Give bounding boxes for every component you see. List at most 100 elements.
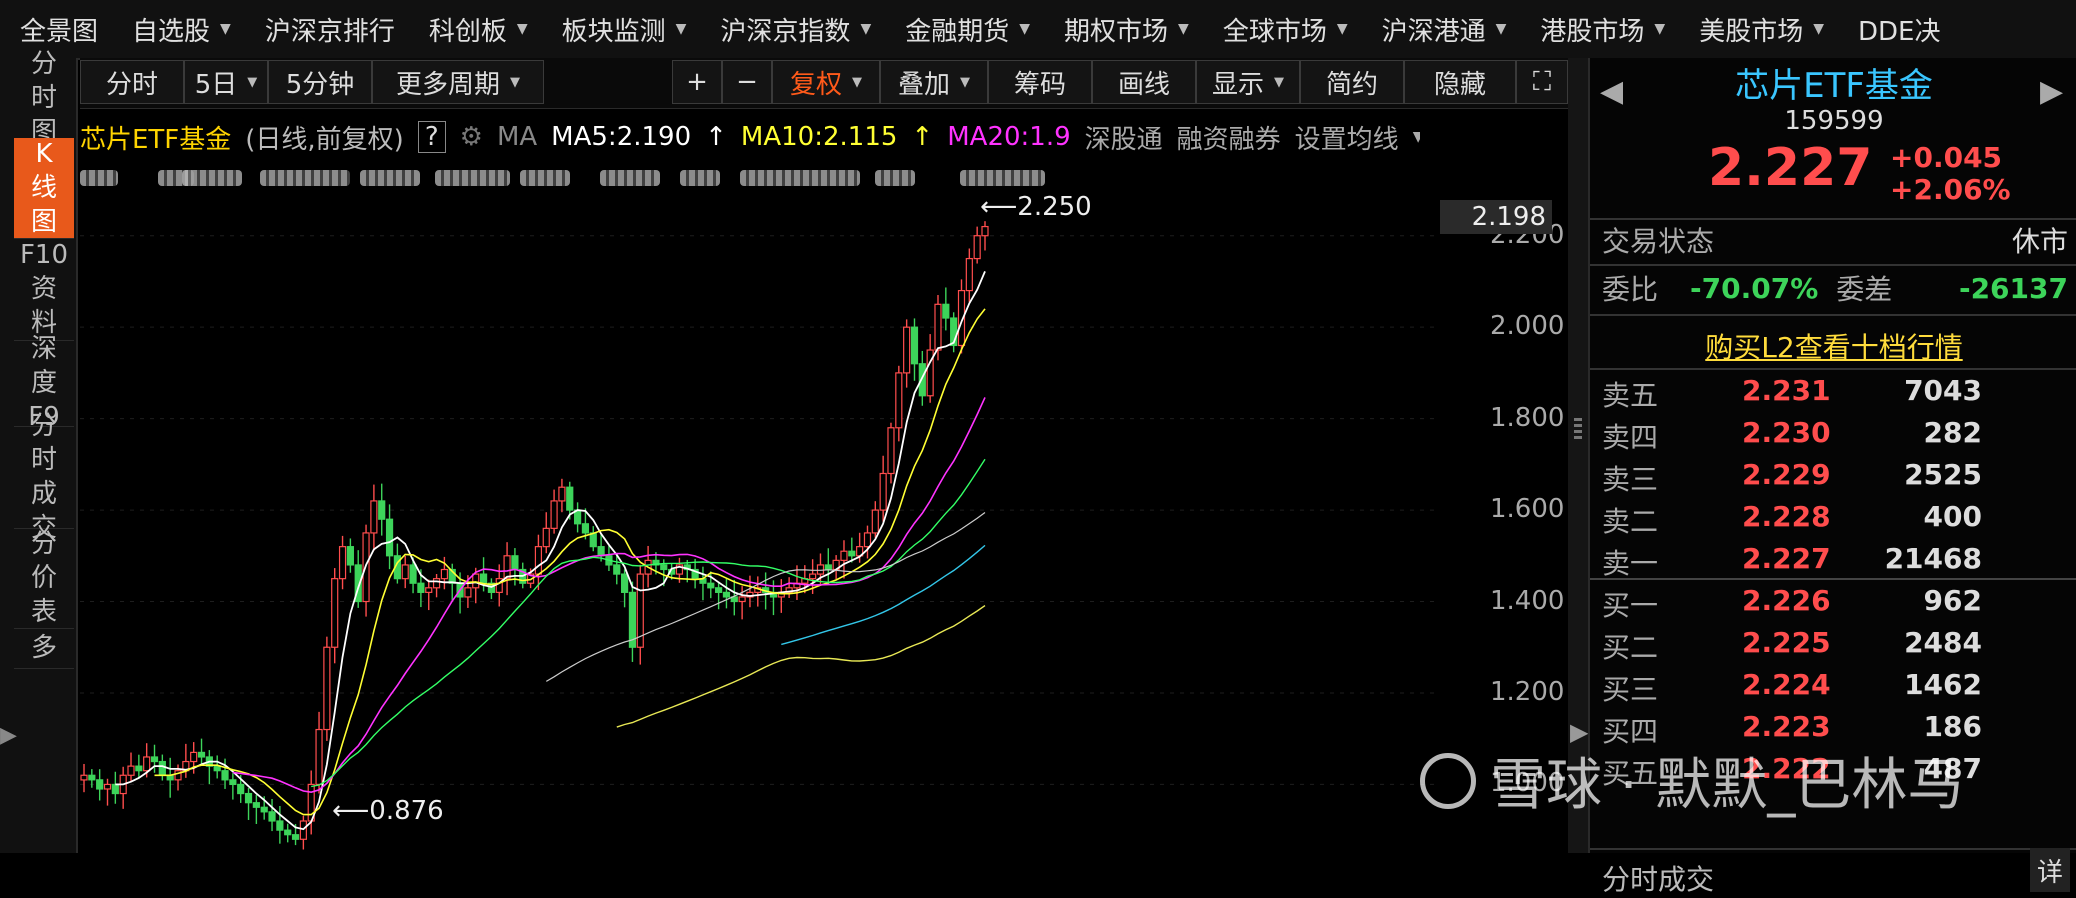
hide-button[interactable]: 隐藏 bbox=[1404, 60, 1516, 104]
price-change: +0.045 +2.06% bbox=[1890, 142, 2011, 206]
candle-body bbox=[981, 225, 989, 237]
link-shengutong[interactable]: 深股通 bbox=[1085, 119, 1163, 156]
view-tab-4[interactable]: 分时成交 bbox=[14, 411, 74, 543]
watermark: 雪球 · 默默_巴林马 bbox=[1420, 740, 1963, 821]
view-tab-6[interactable]: 多 bbox=[14, 628, 74, 669]
nav-item-2[interactable]: 沪深京排行 bbox=[245, 0, 409, 58]
candle-body bbox=[221, 770, 229, 781]
view-tab-1[interactable]: K线图 bbox=[14, 138, 74, 239]
view-tab-char: 线 bbox=[30, 173, 57, 203]
change-amount: +0.045 bbox=[1890, 141, 2003, 174]
ma120-line bbox=[781, 544, 986, 646]
chevron-down-icon: ▼ bbox=[1336, 21, 1348, 37]
panel-splitter[interactable]: ▶ bbox=[1568, 58, 1588, 853]
detail-button[interactable]: 详 bbox=[2030, 848, 2070, 892]
candle-body bbox=[707, 582, 715, 589]
bids-level-row[interactable]: 买三 2.224 1462 bbox=[1602, 668, 2062, 708]
nav-item-11[interactable]: 美股市场 ▼ bbox=[1679, 0, 1838, 58]
buy-l2-link[interactable]: 购买L2查看十档行情 bbox=[1590, 326, 2076, 366]
security-name[interactable]: 芯片ETF基金 bbox=[80, 119, 231, 156]
asks-level-row[interactable]: 卖三 2.229 2525 bbox=[1602, 458, 2062, 498]
fullscreen-icon[interactable]: ⛶ bbox=[1516, 60, 1568, 104]
weicha-value: -26137 bbox=[1958, 271, 2068, 305]
hide-button-label: 隐藏 bbox=[1433, 69, 1486, 100]
chevron-down-icon: ▼ bbox=[960, 74, 970, 90]
nav-item-9[interactable]: 沪深港通 ▼ bbox=[1362, 0, 1521, 58]
nav-item-8[interactable]: 全球市场 ▼ bbox=[1203, 0, 1362, 58]
settings-gear-icon[interactable]: ⚙ bbox=[460, 122, 483, 152]
nav-item-6[interactable]: 金融期货 ▼ bbox=[885, 0, 1044, 58]
nav-item-label: 板块监测 bbox=[561, 16, 666, 47]
candle-body bbox=[331, 578, 339, 648]
nav-item-label: 港股市场 bbox=[1540, 16, 1645, 47]
zoom-out-button[interactable]: − bbox=[722, 60, 772, 104]
candle-body bbox=[581, 523, 590, 534]
bids-vol: 1462 bbox=[1904, 668, 1982, 701]
nav-item-12[interactable]: DDE决 bbox=[1838, 0, 1954, 58]
asks-vol: 400 bbox=[1923, 500, 1982, 533]
link-set-ma[interactable]: 设置均线 bbox=[1295, 119, 1399, 156]
view-tab-char: K bbox=[35, 139, 53, 169]
view-tab-char: 成 bbox=[30, 479, 57, 509]
candle-body bbox=[323, 646, 331, 731]
candle-body bbox=[338, 546, 347, 580]
candle-body bbox=[284, 829, 292, 836]
view-tab-0[interactable]: 分时图 bbox=[14, 49, 74, 147]
status-value: 休市 bbox=[2011, 225, 2068, 258]
asks-level-row[interactable]: 卖四 2.230 282 bbox=[1602, 416, 2062, 456]
chips-button[interactable]: 筹码 bbox=[988, 60, 1092, 104]
nav-item-10[interactable]: 港股市场 ▼ bbox=[1520, 0, 1679, 58]
chevron-down-icon[interactable]: ▼ bbox=[1413, 129, 1420, 145]
overlay-button[interactable]: 叠加 ▼ bbox=[880, 60, 988, 104]
link-margin[interactable]: 融资融券 bbox=[1177, 119, 1281, 156]
asks-vol: 7043 bbox=[1904, 374, 1982, 407]
chevron-down-icon: ▼ bbox=[1178, 21, 1189, 37]
candle-body bbox=[464, 587, 472, 598]
bids-level-row[interactable]: 买二 2.225 2484 bbox=[1602, 626, 2062, 666]
view-tab-5[interactable]: 分价表 bbox=[14, 528, 74, 629]
adjust-button[interactable]: 复权 ▼ bbox=[772, 60, 880, 104]
asks-level-row[interactable]: 卖二 2.228 400 bbox=[1602, 500, 2062, 540]
view-tab-char: 表 bbox=[30, 597, 57, 627]
nav-item-4[interactable]: 板块监测 ▼ bbox=[542, 0, 701, 58]
nav-item-label: DDE决 bbox=[1858, 16, 1941, 47]
period-5min-button[interactable]: 5分钟 bbox=[268, 60, 372, 104]
nav-item-1[interactable]: 自选股 ▼ bbox=[112, 0, 245, 58]
simple-button[interactable]: 简约 bbox=[1300, 60, 1404, 104]
candle-body bbox=[432, 578, 441, 589]
candle-body bbox=[715, 587, 723, 593]
draw-button[interactable]: 画线 bbox=[1092, 60, 1196, 104]
chevron-down-icon: ▼ bbox=[510, 74, 520, 90]
tick-trades-tab[interactable]: 分时成交 bbox=[1602, 858, 1714, 898]
view-tab-char: 分 bbox=[30, 49, 57, 79]
nav-item-5[interactable]: 沪深京指数 ▼ bbox=[700, 0, 885, 58]
zoom-in-button[interactable]: + bbox=[672, 60, 722, 104]
candle-body bbox=[244, 792, 253, 804]
period-more-button[interactable]: 更多周期 ▼ bbox=[372, 60, 544, 104]
candle-body bbox=[589, 532, 597, 548]
asks-level-row[interactable]: 卖一 2.227 21468 bbox=[1602, 542, 2062, 582]
bids-level-row[interactable]: 买一 2.226 962 bbox=[1602, 584, 2062, 624]
nav-item-7[interactable]: 期权市场 ▼ bbox=[1044, 0, 1203, 58]
candle-body bbox=[158, 760, 166, 776]
period-intraday-button[interactable]: 分时 bbox=[80, 60, 184, 104]
asks-level-row[interactable]: 卖五 2.231 7043 bbox=[1602, 374, 2062, 414]
nav-item-label: 沪深港通 bbox=[1381, 16, 1486, 47]
view-tab-2[interactable]: F10 资料 bbox=[14, 238, 74, 341]
candle-body bbox=[660, 564, 668, 571]
candle-body bbox=[942, 303, 950, 319]
candle-body bbox=[722, 591, 731, 598]
candle-body bbox=[135, 765, 143, 772]
nav-item-label: 金融期货 bbox=[905, 16, 1010, 47]
nav-item-label: 自选股 bbox=[132, 16, 211, 47]
asks-label: 卖一 bbox=[1602, 547, 1659, 580]
display-button[interactable]: 显示 ▼ bbox=[1196, 60, 1300, 104]
candle-body bbox=[903, 326, 911, 374]
high-price-label: ⟵2.250 bbox=[980, 192, 1092, 222]
help-button[interactable]: ? bbox=[417, 121, 446, 153]
ma10-line bbox=[154, 308, 986, 816]
expand-left-arrow-icon[interactable]: ▶ bbox=[0, 723, 17, 773]
period-5day-button[interactable]: 5日 ▼ bbox=[184, 60, 268, 104]
k-line-chart[interactable] bbox=[80, 190, 1440, 853]
nav-item-3[interactable]: 科创板 ▼ bbox=[409, 0, 542, 58]
